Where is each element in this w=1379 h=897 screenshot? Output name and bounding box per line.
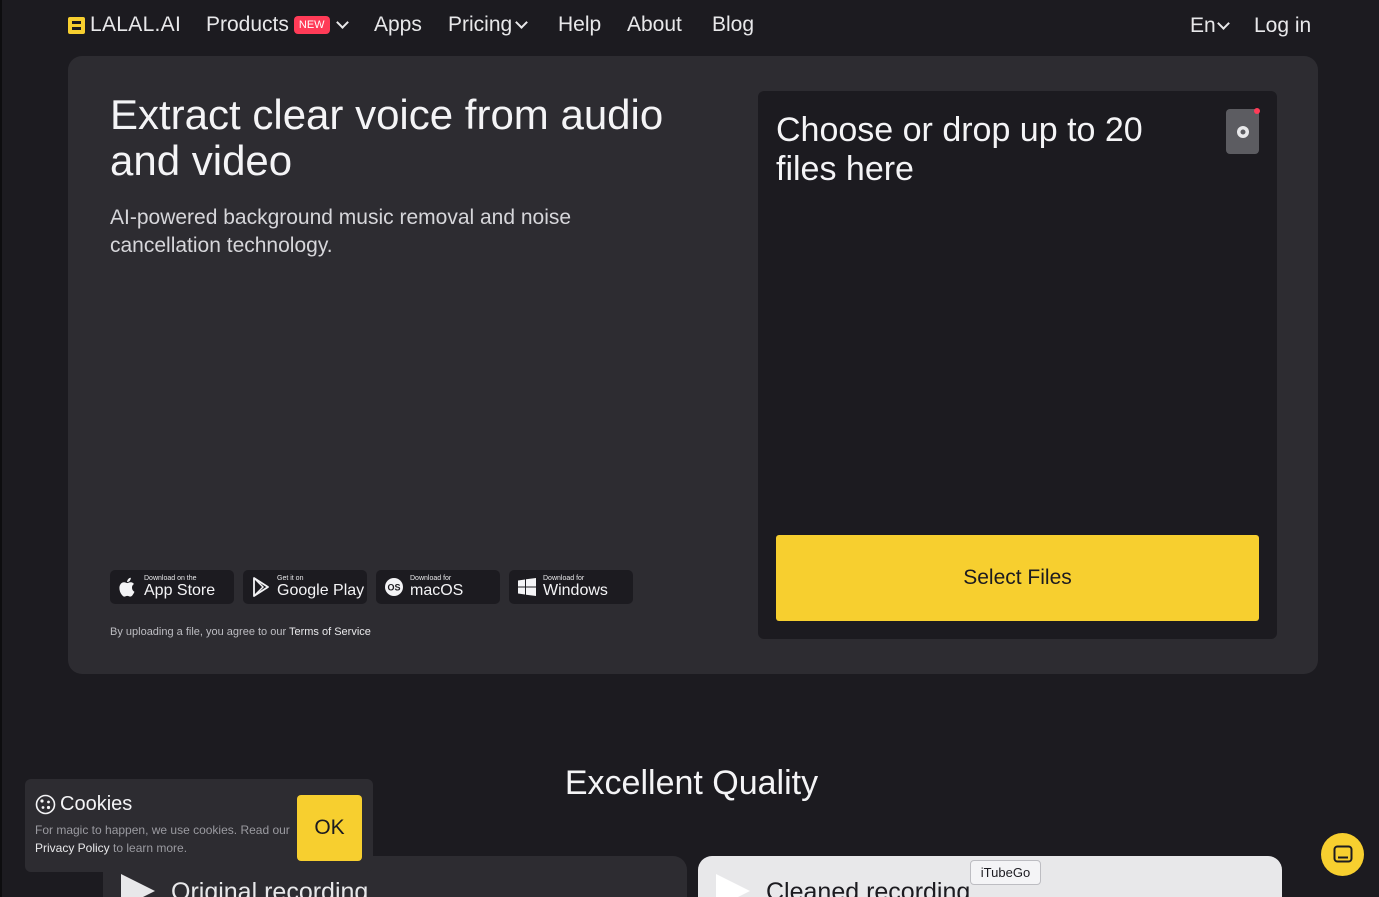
cleaned-recording-label: Cleaned recording (766, 878, 971, 897)
terms-link[interactable]: Terms of Service (289, 626, 371, 638)
store-small-label: Download for (410, 575, 452, 582)
windows-button[interactable]: Download for Windows (509, 570, 633, 604)
store-big-label: Windows (543, 582, 608, 599)
cookie-title: Cookies (35, 793, 132, 816)
nav-products[interactable]: Products NEW (206, 13, 349, 37)
language-selector[interactable]: En (1190, 14, 1230, 38)
terms-notice: By uploading a file, you agree to our Te… (110, 626, 371, 638)
nav-products-label: Products (206, 13, 289, 36)
apple-icon (118, 577, 138, 597)
record-button[interactable] (1226, 108, 1260, 154)
cookie-text-prefix: For magic to happen, we use cookies. Rea… (35, 823, 290, 837)
chevron-down-icon (335, 15, 349, 29)
file-dropzone[interactable]: Choose or drop up to 20 files here Selec… (758, 91, 1277, 639)
privacy-policy-link[interactable]: Privacy Policy (35, 841, 110, 855)
hero-panel: Extract clear voice from audio and video… (68, 56, 1318, 674)
chevron-down-icon (1216, 16, 1230, 30)
nav-pricing-label: Pricing (448, 13, 513, 36)
terms-prefix: By uploading a file, you agree to our (110, 626, 289, 638)
hero-subtitle: AI-powered background music removal and … (110, 206, 572, 257)
store-small-label: Download on the (144, 575, 197, 582)
store-big-label: macOS (410, 582, 464, 599)
cookie-title-text: Cookies (60, 793, 133, 815)
select-files-button[interactable]: Select Files (776, 535, 1259, 621)
record-icon (1236, 125, 1249, 138)
language-label: En (1190, 14, 1216, 37)
login-link[interactable]: Log in (1254, 14, 1311, 38)
cookie-icon (35, 794, 56, 815)
macos-button[interactable]: OS Download for macOS (376, 570, 500, 604)
dropzone-title: Choose or drop up to 20 files here (776, 111, 1143, 188)
nav-apps[interactable]: Apps (374, 13, 422, 37)
nav-blog[interactable]: Blog (712, 13, 754, 37)
svg-text:OS: OS (387, 583, 400, 593)
itubego-tooltip: iTubeGo (970, 860, 1041, 885)
hero-title: Extract clear voice from audio and video (110, 91, 664, 184)
macos-icon: OS (384, 577, 404, 597)
logo-text: LALAL.AI (90, 13, 182, 36)
google-play-button[interactable]: Get it on Google Play (243, 570, 367, 604)
windows-icon (517, 577, 537, 597)
google-play-icon (251, 577, 271, 597)
nav-about[interactable]: About (627, 13, 682, 37)
nav-pricing[interactable]: Pricing (448, 13, 529, 37)
cookie-text: For magic to happen, we use cookies. Rea… (35, 821, 290, 857)
chat-icon (1333, 845, 1352, 862)
store-small-label: Download for (543, 575, 585, 582)
nav-help[interactable]: Help (558, 13, 601, 37)
cookie-banner: Cookies For magic to happen, we use cook… (25, 779, 373, 872)
logo-icon (68, 16, 85, 34)
logo[interactable]: LALAL.AI (68, 13, 181, 37)
cookie-text-suffix: to learn more. (109, 841, 188, 855)
chat-button[interactable] (1321, 833, 1364, 876)
new-badge: NEW (293, 16, 330, 34)
store-big-label: App Store (144, 582, 216, 599)
original-recording-label: Original recording (171, 878, 369, 897)
app-store-button[interactable]: Download on the App Store (110, 570, 234, 604)
store-big-label: Google Play (277, 582, 365, 599)
store-badges: Download on the App Store Get it on Goog… (110, 570, 633, 604)
cookie-ok-button[interactable]: OK (297, 795, 362, 861)
top-nav: LALAL.AI Products NEW Apps Pricing Help … (2, 0, 1379, 52)
record-indicator (1254, 108, 1260, 114)
play-icon[interactable] (121, 874, 155, 897)
chevron-down-icon (515, 15, 529, 29)
play-icon[interactable] (716, 874, 750, 897)
store-small-label: Get it on (277, 575, 304, 582)
